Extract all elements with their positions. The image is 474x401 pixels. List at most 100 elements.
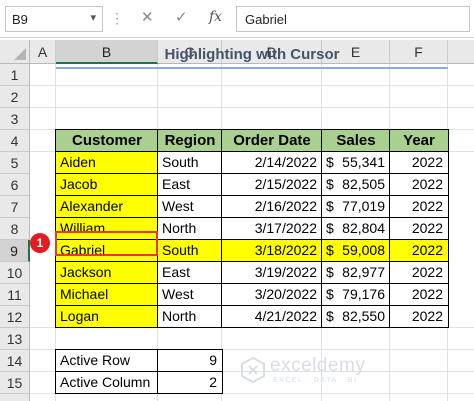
column-header-a[interactable]: A [30,40,56,64]
year-cell[interactable]: 2022 [389,151,449,174]
row-header-11[interactable]: 11 [0,284,30,306]
sales-value: 82,977 [342,264,385,280]
year-cell[interactable]: 2022 [389,217,449,240]
order-date-cell[interactable]: 2/16/2022 [221,195,323,218]
sales-cell[interactable]: $55,341 [321,151,391,174]
currency-symbol: $ [326,198,334,214]
more-options-icon[interactable]: ⋮ [110,10,124,27]
formula-buttons: ✕ ✓ fx [127,6,229,32]
region-cell[interactable]: North [157,217,223,240]
sales-value: 82,505 [342,176,385,192]
year-cell[interactable]: 2022 [389,195,449,218]
row-header-14[interactable]: 14 [0,350,30,372]
header-sales[interactable]: Sales [321,129,391,152]
customer-cell[interactable]: Aiden [55,151,159,174]
row-header-4[interactable]: 4 [0,130,30,152]
row-header-15[interactable]: 15 [0,372,30,394]
sales-value: 82,550 [342,308,385,324]
row-header-16-partial[interactable] [0,394,30,401]
currency-symbol: $ [326,220,334,236]
year-cell[interactable]: 2022 [389,283,449,306]
currency-symbol: $ [326,154,334,170]
sales-value: 77,019 [342,198,385,214]
row-header-2[interactable]: 2 [0,86,30,108]
row-header-5[interactable]: 5 [0,152,30,174]
watermark-tagline: EXCEL · DATA · BI [273,377,358,384]
region-cell[interactable]: West [157,283,223,306]
sales-value: 79,176 [342,286,385,302]
sales-value: 59,008 [342,242,385,258]
sheet-title: Highlighting with Cursor [164,46,340,63]
chevron-down-icon[interactable]: ▾ [90,11,96,24]
customer-cell[interactable]: Jacob [55,173,159,196]
row-header-10[interactable]: 10 [0,262,30,284]
sales-cell[interactable]: $59,008 [321,239,391,262]
order-date-cell[interactable]: 3/19/2022 [221,261,323,284]
currency-symbol: $ [326,286,334,302]
formula-bar: B9 ▾ ⋮ ✕ ✓ fx Gabriel [0,0,474,38]
sales-cell[interactable]: $82,977 [321,261,391,284]
row-header-8[interactable]: 8 [0,218,30,240]
order-date-cell[interactable]: 3/18/2022 [221,239,323,262]
sales-value: 82,804 [342,220,385,236]
step-badge: 1 [30,233,50,253]
customer-cell[interactable]: Alexander [55,195,159,218]
region-cell[interactable]: South [157,151,223,174]
customer-cell[interactable]: Jackson [55,261,159,284]
select-all-button[interactable] [0,40,30,64]
cancel-x-icon[interactable]: ✕ [141,8,154,26]
sales-cell[interactable]: $82,550 [321,305,391,328]
customer-cell[interactable]: Michael [55,283,159,306]
currency-symbol: $ [326,242,334,258]
select-all-triangle-icon [14,48,26,60]
column-header-g-partial[interactable] [448,40,474,64]
header-order-date[interactable]: Order Date [221,129,323,152]
active-column-label[interactable]: Active Column [55,371,159,394]
sales-cell[interactable]: $77,019 [321,195,391,218]
formula-input[interactable]: Gabriel [236,6,470,32]
order-date-cell[interactable]: 2/14/2022 [221,151,323,174]
year-cell[interactable]: 2022 [389,239,449,262]
year-cell[interactable]: 2022 [389,261,449,284]
row-header-9[interactable]: 9 [0,240,30,262]
region-cell[interactable]: East [157,261,223,284]
title-underline [56,67,448,69]
gridline [30,85,474,86]
row-header-13[interactable]: 13 [0,328,30,350]
order-date-cell[interactable]: 3/20/2022 [221,283,323,306]
year-cell[interactable]: 2022 [389,305,449,328]
row-header-3[interactable]: 3 [0,108,30,130]
row-header-12[interactable]: 12 [0,306,30,328]
active-row-value[interactable]: 9 [157,349,223,372]
order-date-cell[interactable]: 3/17/2022 [221,217,323,240]
order-date-cell[interactable]: 4/21/2022 [221,305,323,328]
name-box[interactable]: B9 ▾ [5,6,103,32]
active-column-value[interactable]: 2 [157,371,223,394]
active-cell-outline [55,231,158,256]
checkmark-icon[interactable]: ✓ [175,8,188,26]
header-region[interactable]: Region [157,129,223,152]
header-year[interactable]: Year [389,129,449,152]
region-cell[interactable]: West [157,195,223,218]
region-cell[interactable]: North [157,305,223,328]
fx-icon[interactable]: fx [209,9,222,25]
sales-cell[interactable]: $82,804 [321,217,391,240]
sales-value: 55,341 [342,154,385,170]
currency-symbol: $ [326,176,334,192]
region-cell[interactable]: South [157,239,223,262]
customer-cell[interactable]: Logan [55,305,159,328]
exceldemy-logo-icon [241,357,265,383]
row-header-7[interactable]: 7 [0,196,30,218]
row-header-6[interactable]: 6 [0,174,30,196]
region-cell[interactable]: East [157,173,223,196]
sales-cell[interactable]: $82,505 [321,173,391,196]
sales-cell[interactable]: $79,176 [321,283,391,306]
order-date-cell[interactable]: 2/15/2022 [221,173,323,196]
header-customer[interactable]: Customer [55,129,159,152]
active-row-label[interactable]: Active Row [55,349,159,372]
watermark-name: exceldemy [270,355,366,376]
year-cell[interactable]: 2022 [389,173,449,196]
currency-symbol: $ [326,308,334,324]
name-box-value: B9 [12,12,28,27]
row-header-1[interactable]: 1 [0,64,30,86]
